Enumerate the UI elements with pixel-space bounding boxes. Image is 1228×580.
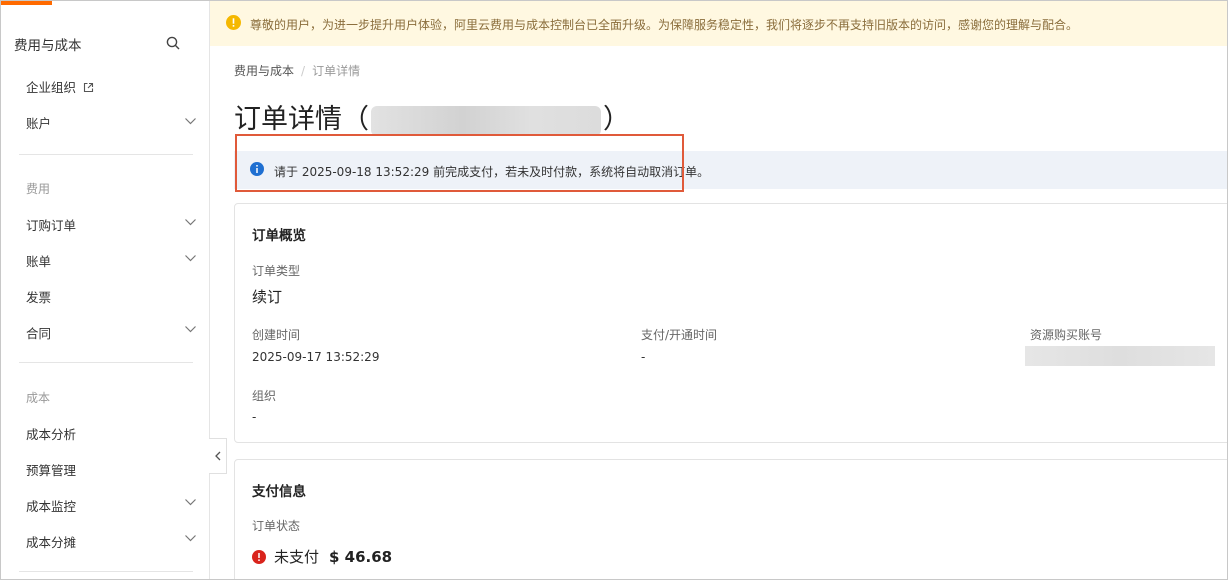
chevron-down-icon — [185, 326, 196, 333]
org-value: - — [252, 410, 257, 424]
order-type-value: 续订 — [252, 288, 283, 306]
sidebar-divider — [19, 154, 193, 155]
sidebar-divider — [19, 362, 193, 363]
sidebar-item-label: 企业组织 — [26, 80, 77, 95]
chevron-down-icon — [185, 535, 196, 542]
chevron-down-icon — [185, 219, 196, 226]
warning-icon — [226, 15, 241, 30]
title-paren-close: ） — [603, 104, 630, 135]
order-overview-card: 订单概览 订单类型 续订 创建时间 2025-09-17 13:52:29 支付… — [234, 203, 1227, 443]
breadcrumb-root-link[interactable]: 费用与成本 — [234, 64, 294, 78]
sidebar-divider — [19, 571, 193, 572]
sidebar-item-bills[interactable]: 账单 — [26, 251, 51, 270]
order-type-label: 订单类型 — [252, 264, 301, 278]
search-icon[interactable] — [166, 36, 180, 50]
upgrade-banner: 尊敬的用户，为进一步提升用户体验，阿里云费用与成本控制台已全面升级。为保障服务稳… — [210, 1, 1227, 46]
main-content: 尊敬的用户，为进一步提升用户体验，阿里云费用与成本控制台已全面升级。为保障服务稳… — [210, 1, 1227, 579]
sidebar-item-budget[interactable]: 预算管理 — [26, 460, 76, 479]
highlight-box — [235, 134, 684, 192]
order-status-value: 未支付 — [274, 548, 320, 566]
page-title: 订单详情（ ） — [234, 97, 630, 136]
breadcrumb: 费用与成本 / 订单详情 — [234, 62, 360, 79]
sidebar-item-enterprise-org[interactable]: 企业组织 — [26, 77, 94, 96]
order-amount: $ 46.68 — [329, 547, 393, 566]
sidebar-item-cost-allocation[interactable]: 成本分摊 — [26, 532, 76, 551]
created-time-value: 2025-09-17 13:52:29 — [252, 350, 380, 364]
paid-time-value: - — [641, 350, 646, 364]
redacted-account-value — [1025, 346, 1215, 366]
error-icon — [252, 549, 266, 564]
order-status-label: 订单状态 — [252, 519, 301, 533]
sidebar-item-cost-analysis[interactable]: 成本分析 — [26, 424, 76, 443]
sidebar-item-cost-monitor[interactable]: 成本监控 — [26, 496, 76, 515]
breadcrumb-separator: / — [301, 64, 306, 78]
banner-text: 尊敬的用户，为进一步提升用户体验，阿里云费用与成本控制台已全面升级。为保障服务稳… — [250, 18, 1079, 32]
sidebar-item-contract[interactable]: 合同 — [26, 323, 51, 342]
app-frame: 费用与成本 企业组织 账户 费用 订购订单 账单 发票 合同 成本 成本分析 预… — [0, 0, 1228, 580]
card-title: 支付信息 — [252, 484, 306, 500]
sidebar-item-orders[interactable]: 订购订单 — [26, 215, 76, 234]
created-time-label: 创建时间 — [252, 328, 301, 342]
org-label: 组织 — [252, 389, 277, 403]
top-accent-bar — [1, 1, 52, 5]
chevron-down-icon — [185, 255, 196, 262]
account-label: 资源购买账号 — [1030, 328, 1103, 342]
sidebar-title: 费用与成本 — [14, 38, 82, 54]
title-paren-open: （ — [342, 104, 369, 135]
sidebar-item-account[interactable]: 账户 — [26, 113, 51, 132]
paid-time-label: 支付/开通时间 — [641, 328, 718, 342]
page-title-text: 订单详情 — [234, 104, 342, 135]
sidebar-group-fee: 费用 — [26, 182, 51, 196]
chevron-down-icon — [185, 118, 196, 125]
sidebar-group-cost: 成本 — [26, 391, 51, 405]
sidebar-item-invoice[interactable]: 发票 — [26, 287, 51, 306]
external-link-icon — [83, 82, 94, 93]
breadcrumb-current: 订单详情 — [312, 64, 361, 78]
chevron-down-icon — [185, 499, 196, 506]
card-title: 订单概览 — [252, 228, 306, 244]
redacted-order-id — [371, 105, 601, 136]
sidebar: 费用与成本 企业组织 账户 费用 订购订单 账单 发票 合同 成本 成本分析 预… — [1, 1, 210, 579]
order-status: 未支付 $ 46.68 — [252, 546, 392, 567]
payment-info-card: 支付信息 订单状态 未支付 $ 46.68 — [234, 459, 1227, 579]
